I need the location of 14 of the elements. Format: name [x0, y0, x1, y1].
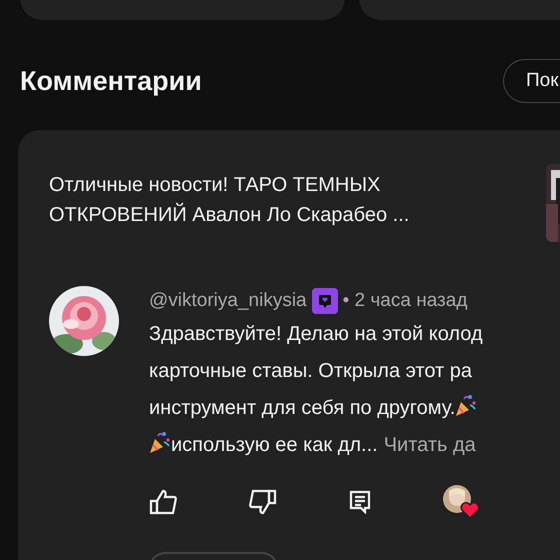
comments-heading: Комментарии [20, 66, 202, 96]
comment-time: • 2 часа назад [342, 290, 468, 312]
sort-button[interactable]: Пок [503, 59, 560, 103]
comment-text: Здравствуйте! Делаю на этой колод [149, 323, 483, 345]
comment-text: использую ее как дл... [171, 434, 378, 456]
video-title[interactable]: Отличные новости! ТАРО ТЕМНЫХ [49, 170, 410, 200]
author-handle[interactable]: @viktoriya_nikysia [149, 290, 307, 312]
comment-text: карточные ставы. Открыла этот ра [149, 360, 472, 382]
like-icon[interactable] [149, 489, 177, 515]
read-more-link[interactable]: Читать да [384, 434, 476, 456]
video-title[interactable]: ОТКРОВЕНИЙ Авалон Ло Скарабео ... [49, 200, 410, 230]
reply-icon[interactable] [349, 490, 371, 514]
comment-text: инструмент для себя по другому. [149, 397, 456, 419]
dislike-icon[interactable] [249, 489, 277, 515]
